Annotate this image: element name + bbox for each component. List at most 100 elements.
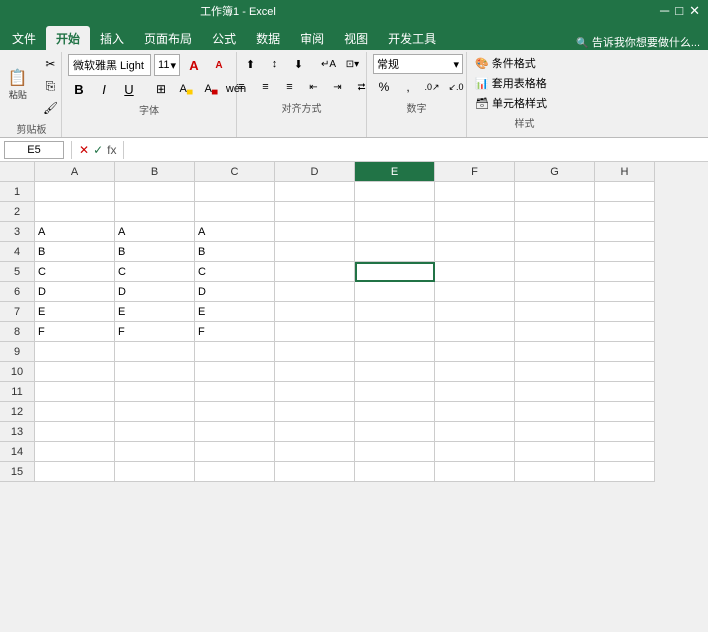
close-button[interactable]: ✕ xyxy=(689,3,700,19)
cell[interactable] xyxy=(515,382,595,402)
wrap-text-button[interactable]: ↵A xyxy=(318,54,340,74)
cell[interactable] xyxy=(435,462,515,482)
align-top-button[interactable]: ⬆ xyxy=(240,54,262,74)
cell[interactable] xyxy=(595,182,655,202)
cell[interactable] xyxy=(435,322,515,342)
cell[interactable] xyxy=(275,402,355,422)
col-header-d[interactable]: D xyxy=(275,162,355,182)
col-header-b[interactable]: B xyxy=(115,162,195,182)
cell[interactable] xyxy=(355,322,435,342)
cell[interactable] xyxy=(435,422,515,442)
cell[interactable] xyxy=(515,342,595,362)
col-header-h[interactable]: H xyxy=(595,162,655,182)
cell[interactable] xyxy=(595,322,655,342)
cell[interactable]: F xyxy=(35,322,115,342)
cell[interactable] xyxy=(435,202,515,222)
cell[interactable] xyxy=(115,442,195,462)
cell[interactable] xyxy=(595,362,655,382)
cell[interactable] xyxy=(595,342,655,362)
cell[interactable] xyxy=(35,422,115,442)
number-format-dropdown[interactable]: 常规 ▾ xyxy=(373,54,463,74)
cell[interactable] xyxy=(595,202,655,222)
cell[interactable] xyxy=(435,362,515,382)
cell[interactable] xyxy=(435,182,515,202)
cell[interactable] xyxy=(275,322,355,342)
row-number[interactable]: 14 xyxy=(0,442,35,462)
increase-indent-button[interactable]: ⇥ xyxy=(327,77,349,97)
cell[interactable] xyxy=(515,282,595,302)
cell[interactable] xyxy=(355,362,435,382)
percent-button[interactable]: % xyxy=(373,77,395,97)
tab-insert[interactable]: 插入 xyxy=(90,26,134,50)
merge-button[interactable]: ⊡▾ xyxy=(342,54,364,74)
cell[interactable] xyxy=(275,442,355,462)
cell[interactable] xyxy=(595,242,655,262)
align-left-button[interactable]: ≡ xyxy=(231,77,253,97)
cell[interactable]: E xyxy=(115,302,195,322)
border-button[interactable]: ⊞ xyxy=(150,79,172,99)
conditional-format-button[interactable]: 🎨 条件格式 xyxy=(473,54,576,72)
tab-file[interactable]: 文件 xyxy=(2,26,46,50)
tab-data[interactable]: 数据 xyxy=(246,26,290,50)
cell[interactable] xyxy=(195,382,275,402)
align-bottom-button[interactable]: ⬇ xyxy=(288,54,310,74)
cell[interactable] xyxy=(35,182,115,202)
cell[interactable] xyxy=(355,242,435,262)
cell[interactable] xyxy=(435,262,515,282)
cell[interactable] xyxy=(515,222,595,242)
cell[interactable] xyxy=(275,422,355,442)
cell[interactable] xyxy=(35,382,115,402)
cell[interactable] xyxy=(115,202,195,222)
cell[interactable] xyxy=(355,422,435,442)
row-number[interactable]: 11 xyxy=(0,382,35,402)
cell[interactable] xyxy=(35,442,115,462)
cell[interactable] xyxy=(355,442,435,462)
row-number[interactable]: 3 xyxy=(0,222,35,242)
cell[interactable] xyxy=(595,282,655,302)
col-header-g[interactable]: G xyxy=(515,162,595,182)
cell[interactable] xyxy=(595,302,655,322)
cell[interactable] xyxy=(515,242,595,262)
cell[interactable] xyxy=(515,202,595,222)
maximize-button[interactable]: □ xyxy=(675,3,683,19)
cell[interactable] xyxy=(435,402,515,422)
cell[interactable] xyxy=(355,382,435,402)
row-number[interactable]: 10 xyxy=(0,362,35,382)
cell[interactable] xyxy=(515,302,595,322)
table-style-button[interactable]: 📊 套用表格格 xyxy=(473,74,576,92)
name-box[interactable]: E5 xyxy=(4,141,64,159)
cell[interactable] xyxy=(195,182,275,202)
font-grow-button[interactable]: A xyxy=(183,55,205,75)
cell[interactable] xyxy=(515,422,595,442)
cell[interactable] xyxy=(195,402,275,422)
cell[interactable] xyxy=(275,262,355,282)
cell[interactable] xyxy=(435,242,515,262)
cell[interactable] xyxy=(435,342,515,362)
row-number[interactable]: 2 xyxy=(0,202,35,222)
copy-button[interactable]: ⎘ xyxy=(39,76,62,96)
row-number[interactable]: 5 xyxy=(0,262,35,282)
cell[interactable] xyxy=(35,362,115,382)
cell[interactable] xyxy=(515,462,595,482)
cell[interactable] xyxy=(595,462,655,482)
cell[interactable] xyxy=(195,202,275,222)
cell[interactable] xyxy=(355,402,435,422)
tab-pagelayout[interactable]: 页面布局 xyxy=(134,26,202,50)
cell[interactable] xyxy=(35,342,115,362)
cell[interactable] xyxy=(515,182,595,202)
font-color-button[interactable]: A▄ xyxy=(200,79,222,99)
tab-formulas[interactable]: 公式 xyxy=(202,26,246,50)
insert-function-icon[interactable]: fx xyxy=(107,143,116,157)
cell[interactable] xyxy=(595,382,655,402)
cell[interactable]: F xyxy=(115,322,195,342)
cell[interactable] xyxy=(115,402,195,422)
cell[interactable] xyxy=(355,342,435,362)
cell[interactable] xyxy=(275,462,355,482)
align-middle-button[interactable]: ↕ xyxy=(264,54,286,74)
paste-button[interactable]: 📋 粘贴 xyxy=(1,68,35,104)
bold-button[interactable]: B xyxy=(68,79,90,99)
row-number[interactable]: 13 xyxy=(0,422,35,442)
cell[interactable] xyxy=(115,422,195,442)
font-shrink-button[interactable]: A xyxy=(208,55,230,75)
cell[interactable] xyxy=(355,302,435,322)
